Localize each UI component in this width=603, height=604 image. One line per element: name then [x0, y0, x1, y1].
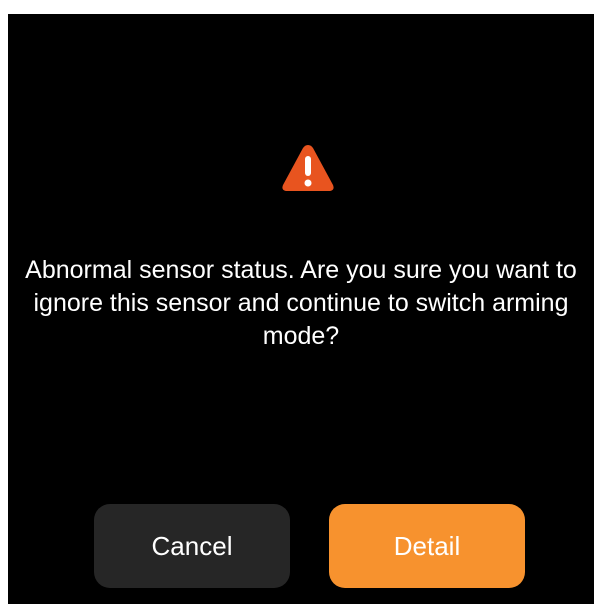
screenshot-frame: Abnormal sensor status. Are you sure you… — [0, 0, 603, 604]
top-cropped-area — [0, 0, 603, 14]
dialog-message: Abnormal sensor status. Are you sure you… — [25, 256, 577, 350]
cancel-button-label: Cancel — [151, 530, 233, 561]
detail-button-label: Detail — [393, 530, 461, 561]
detail-button[interactable]: Detail — [329, 504, 525, 588]
alert-dialog: Abnormal sensor status. Are you sure you… — [8, 14, 594, 604]
warning-icon — [282, 145, 334, 191]
cancel-button[interactable]: Cancel — [94, 504, 290, 588]
